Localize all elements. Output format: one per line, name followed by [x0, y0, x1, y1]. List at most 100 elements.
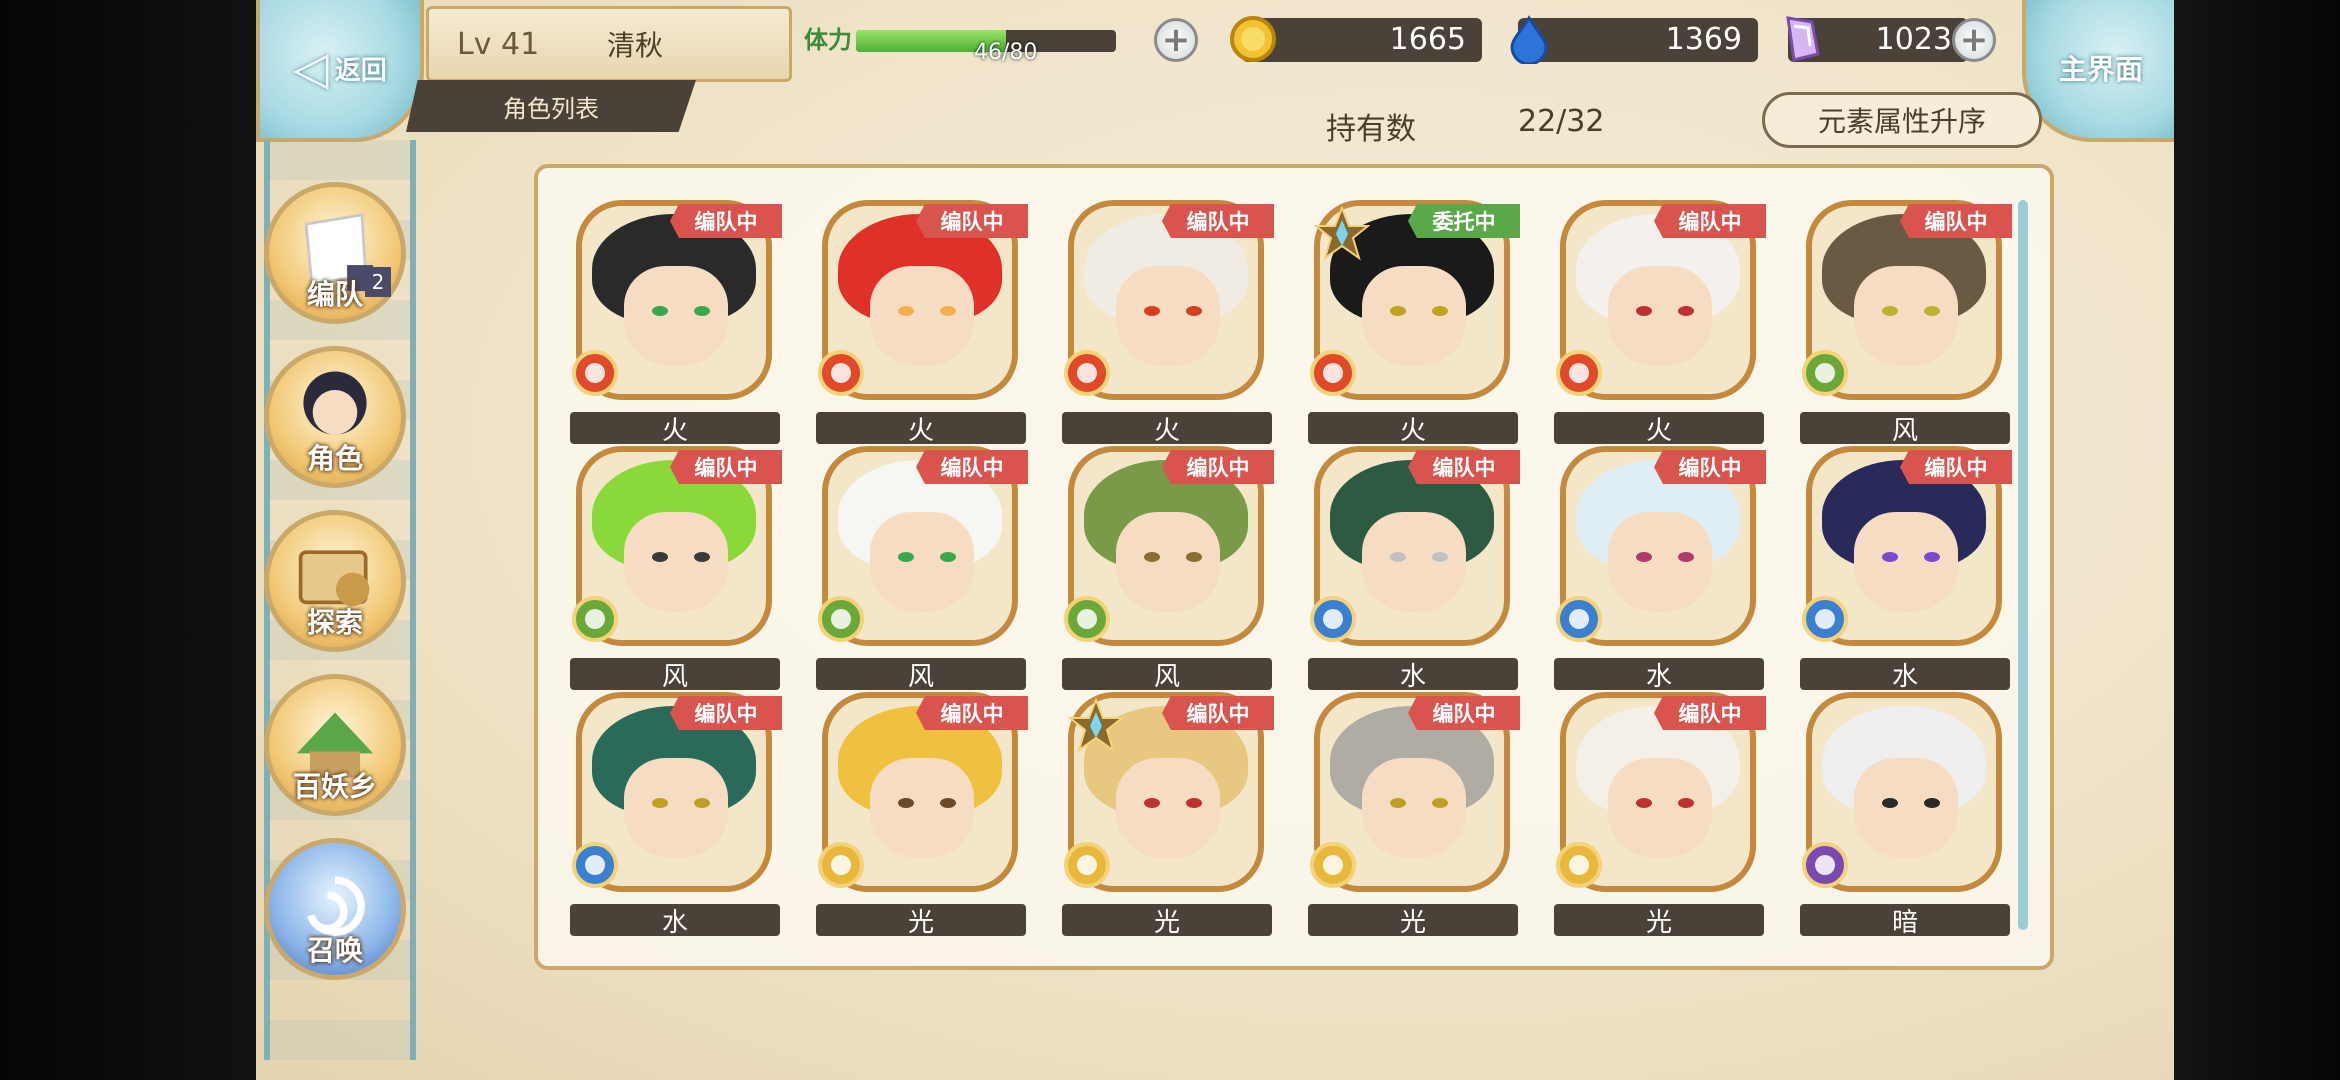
portrait-face: [1854, 758, 1958, 858]
character-card[interactable]: 编队中风: [1062, 446, 1274, 692]
stamina-label: 体力: [804, 26, 852, 54]
nav-explore[interactable]: 探索: [264, 510, 406, 652]
portrait-eye: [1390, 798, 1406, 808]
character-card[interactable]: 编队中光: [1062, 692, 1274, 938]
status-badge: 编队中: [1162, 204, 1274, 238]
element-icon: [1556, 842, 1602, 888]
character-card[interactable]: 暗: [1800, 692, 2010, 938]
portrait-eye: [1144, 552, 1160, 562]
portrait-eye: [1882, 306, 1898, 316]
nav-yokai-village[interactable]: 百妖乡: [264, 674, 406, 816]
portrait-face: [1854, 266, 1958, 366]
gold-value: 1665: [1389, 22, 1466, 57]
portrait-eye: [652, 306, 668, 316]
status-badge: 编队中: [670, 696, 782, 730]
portrait-face: [1116, 512, 1220, 612]
element-label: 水: [1554, 658, 1764, 692]
status-badge: 编队中: [1900, 450, 2012, 484]
portrait-eye: [1432, 798, 1448, 808]
grid-scrollbar[interactable]: [2018, 200, 2028, 930]
character-card[interactable]: 编队中水: [570, 692, 782, 938]
portrait-eye: [940, 552, 956, 562]
character-card[interactable]: 编队中水: [1554, 446, 1766, 692]
portrait-eye: [1432, 552, 1448, 562]
status-badge: 编队中: [1408, 450, 1520, 484]
home-label: 主界面: [2058, 53, 2143, 86]
status-badge: 编队中: [670, 450, 782, 484]
star-icon: [1314, 206, 1370, 261]
screen-title-ribbon: 角色列表: [406, 80, 696, 132]
portrait-eye: [1636, 798, 1652, 808]
portrait-face: [1116, 758, 1220, 858]
nav-yokai-village-label: 百妖乡: [292, 770, 377, 803]
portrait-eye: [1882, 798, 1898, 808]
element-icon: [1064, 596, 1110, 642]
character-card[interactable]: 编队中火: [570, 200, 782, 446]
water-value: 1369: [1665, 22, 1742, 57]
character-card[interactable]: 编队中风: [1800, 200, 2012, 446]
element-label: 火: [1308, 412, 1518, 446]
status-badge: 编队中: [1162, 450, 1274, 484]
back-button[interactable]: ◁ 返回: [256, 0, 424, 142]
portrait-face: [1608, 758, 1712, 858]
element-icon: [1310, 596, 1356, 642]
character-card[interactable]: 编队中火: [1062, 200, 1274, 446]
portrait-eye: [1186, 552, 1202, 562]
element-icon: [572, 350, 618, 396]
status-badge: 委托中: [1408, 204, 1520, 238]
character-card[interactable]: 编队中水: [1308, 446, 1520, 692]
status-badge: 编队中: [1654, 204, 1766, 238]
character-card[interactable]: 编队中光: [1308, 692, 1520, 938]
portrait-eye: [694, 798, 710, 808]
element-icon: [1310, 350, 1356, 396]
element-label: 火: [570, 412, 780, 446]
sort-button[interactable]: 元素属性升序: [1762, 92, 2042, 148]
nav-formation[interactable]: 2 编队: [264, 182, 406, 324]
portrait-eye: [1678, 552, 1694, 562]
portrait-face: [870, 266, 974, 366]
add-crystal-button[interactable]: +: [1952, 18, 1996, 62]
portrait-face: [624, 266, 728, 366]
portrait-eye: [1186, 798, 1202, 808]
element-icon: [818, 596, 864, 642]
back-arrow-icon: ◁: [293, 41, 329, 95]
character-card[interactable]: 编队中风: [570, 446, 782, 692]
character-card[interactable]: 编队中光: [816, 692, 1028, 938]
home-button[interactable]: 主界面: [2022, 0, 2174, 142]
left-black-margin: [0, 0, 256, 1080]
status-badge: 编队中: [1408, 696, 1520, 730]
portrait-eye: [1924, 552, 1940, 562]
player-level: Lv 41: [457, 26, 540, 62]
character-card[interactable]: 编队中火: [816, 200, 1028, 446]
portrait-eye: [1432, 306, 1448, 316]
element-label: 水: [1308, 658, 1518, 692]
element-label: 火: [816, 412, 1026, 446]
character-card[interactable]: 委托中火: [1308, 200, 1520, 446]
nav-characters[interactable]: 角色: [264, 346, 406, 488]
sidebar: 2 编队 角色 探索 百妖乡 召唤: [256, 140, 436, 1060]
character-card[interactable]: 编队中水: [1800, 446, 2012, 692]
status-badge: 编队中: [1654, 696, 1766, 730]
portrait-eye: [1144, 798, 1160, 808]
portrait-face: [624, 512, 728, 612]
nav-characters-label: 角色: [306, 442, 363, 475]
right-black-margin: [2174, 0, 2340, 1080]
character-card[interactable]: 编队中光: [1554, 692, 1766, 938]
nav-summon[interactable]: 召唤: [264, 838, 406, 980]
element-label: 火: [1062, 412, 1272, 446]
element-label: 水: [1800, 658, 2010, 692]
element-label: 光: [1554, 904, 1764, 938]
element-icon: [1310, 842, 1356, 888]
gold-counter: 1665: [1230, 16, 1482, 62]
portrait-eye: [1636, 306, 1652, 316]
character-card[interactable]: 编队中风: [816, 446, 1028, 692]
character-list-screen: ◁ 返回 Lv 41 清秋 角色列表 体力 46/80 + 1665 1369 …: [256, 0, 2174, 1080]
element-label: 风: [816, 658, 1026, 692]
character-card[interactable]: 编队中火: [1554, 200, 1766, 446]
element-icon: [1556, 350, 1602, 396]
element-icon: [572, 596, 618, 642]
add-stamina-button[interactable]: +: [1154, 18, 1198, 62]
portrait-eye: [1186, 306, 1202, 316]
status-badge: 编队中: [670, 204, 782, 238]
status-badge: 编队中: [916, 204, 1028, 238]
